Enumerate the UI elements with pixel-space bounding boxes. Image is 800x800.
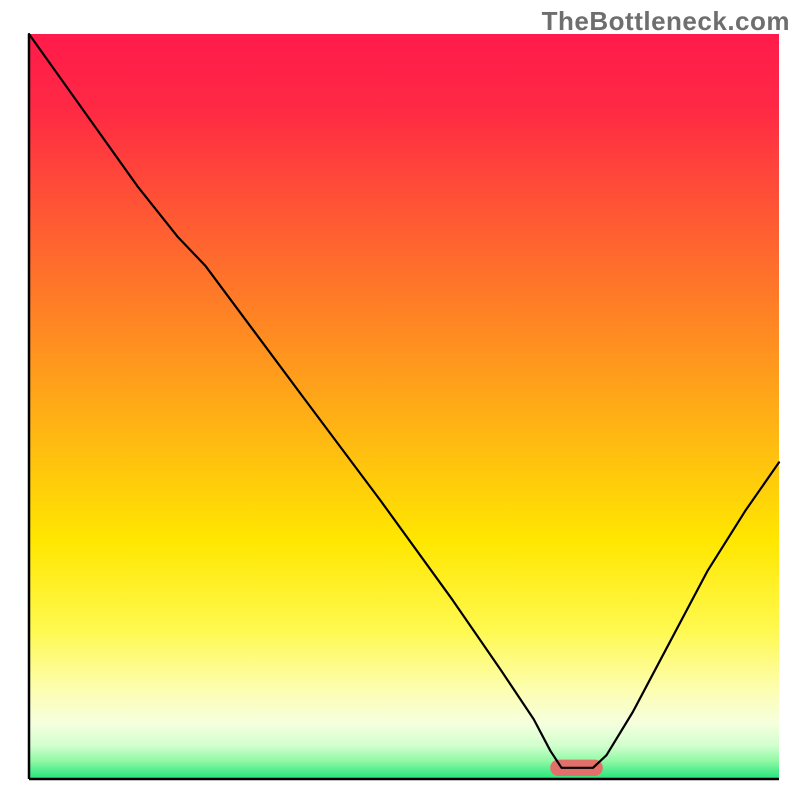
bottleneck-chart (0, 0, 800, 800)
chart-background-gradient (29, 34, 779, 779)
watermark-text: TheBottleneck.com (542, 6, 790, 37)
